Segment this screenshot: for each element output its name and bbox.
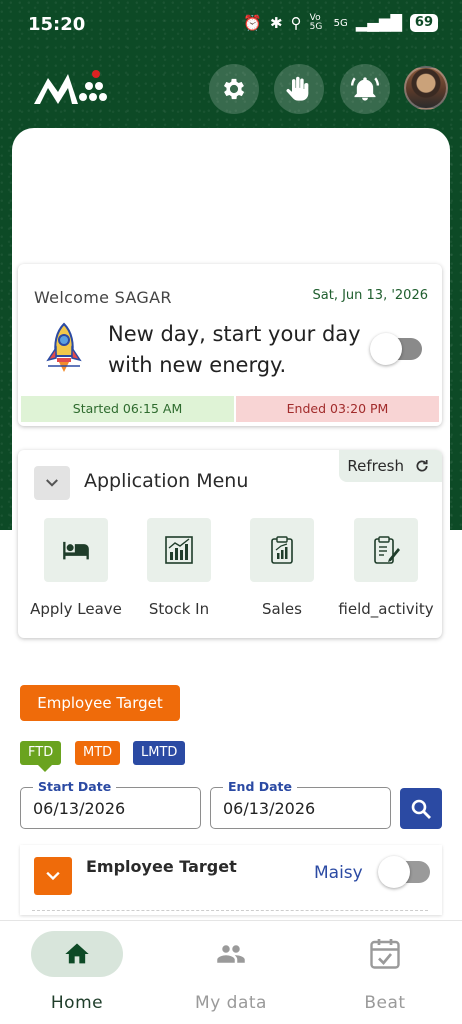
expand-row-button[interactable] [34, 857, 72, 895]
app-item-sales[interactable]: Sales [227, 518, 337, 618]
people-icon [217, 945, 245, 963]
day-start-toggle[interactable] [370, 333, 422, 365]
application-menu-title: Application Menu [84, 470, 249, 492]
battery-icon: 69 [409, 14, 438, 32]
toggle-knob [378, 856, 410, 888]
bar-chart-icon [165, 536, 193, 564]
rocket-icon [46, 322, 82, 372]
alarm-icon: ⏰ [243, 14, 263, 32]
start-date-label: Start Date [33, 779, 117, 794]
chip-lmtd[interactable]: LMTD [133, 741, 186, 765]
nav-item-my-data[interactable]: My data [176, 931, 286, 1013]
welcome-motto: New day, start your day with new energy. [108, 322, 361, 377]
app-label: Stock In [148, 600, 210, 618]
clipboard-chart-icon [271, 536, 293, 564]
search-button[interactable] [400, 788, 442, 829]
toggle-knob [370, 333, 402, 365]
employee-toggle[interactable] [378, 856, 430, 888]
notifications-button[interactable] [340, 64, 390, 114]
bell-icon [351, 77, 379, 101]
status-time: 15:20 [28, 14, 86, 35]
clipboard-edit-icon [374, 536, 400, 564]
chip-mtd[interactable]: MTD [75, 741, 121, 765]
row-divider [32, 910, 428, 911]
hand-button[interactable] [274, 64, 324, 114]
company-logo [34, 70, 107, 104]
refresh-icon [416, 460, 428, 472]
app-icon-box [250, 518, 314, 582]
ended-time: Ended 03:20 PM [236, 396, 439, 422]
welcome-greeting: Welcome SAGAR [34, 288, 172, 307]
welcome-card: Welcome SAGAR Sat, Jun 13, '2026 New day… [18, 264, 442, 426]
network-type: 5G [333, 17, 348, 29]
app-icon-box [147, 518, 211, 582]
start-date-field[interactable]: Start Date 06/13/2026 [20, 779, 201, 829]
application-menu-card: Application Menu Refresh Apply Leave Sto… [18, 450, 442, 638]
nav-item-home[interactable]: Home [22, 931, 132, 1013]
employee-name: Maisy [314, 863, 363, 883]
chevron-down-icon [46, 479, 58, 487]
status-bar: 15:20 ⏰ ✱ ⚲ Vo 5G 5G ▂▄▆█ 69 [0, 0, 462, 50]
nav-item-beat[interactable]: Beat [330, 931, 440, 1013]
app-label: field_activity [338, 600, 434, 618]
nav-icon-pill [339, 931, 431, 977]
avatar[interactable] [404, 66, 448, 110]
chip-ftd[interactable]: FTD [20, 741, 62, 772]
nav-label-home: Home [50, 993, 104, 1013]
employee-target-row: Employee Target Maisy [20, 845, 442, 915]
bed-icon [63, 541, 89, 560]
refresh-label: Refresh [347, 457, 404, 475]
start-date-value: 06/13/2026 [33, 799, 126, 818]
app-item-stock-in[interactable]: Stock In [124, 518, 234, 618]
hand-icon [286, 76, 309, 101]
nav-label-my-data: My data [195, 993, 267, 1013]
app-icon-box [44, 518, 108, 582]
calendar-check-icon [370, 939, 400, 969]
end-date-value: 06/13/2026 [223, 799, 316, 818]
app-item-apply-leave[interactable]: Apply Leave [21, 518, 131, 618]
end-date-label: End Date [223, 779, 298, 794]
search-icon [411, 799, 431, 819]
refresh-button[interactable]: Refresh [339, 450, 442, 482]
location-icon: ⚲ [290, 14, 302, 32]
employee-target-title: Employee Target [86, 857, 237, 876]
bottom-navigation: Home My data Beat [0, 920, 462, 1024]
chevron-down-icon [46, 871, 60, 881]
nav-label-beat: Beat [364, 993, 406, 1013]
employee-target-button[interactable]: Employee Target [20, 685, 180, 721]
app-item-field-activity[interactable]: field_activity [331, 518, 441, 618]
app-label: Apply Leave [30, 600, 122, 618]
app-icon-box [354, 518, 418, 582]
bluetooth-icon: ✱ [270, 14, 283, 32]
end-date-field[interactable]: End Date 06/13/2026 [210, 779, 391, 829]
app-label: Sales [262, 600, 302, 618]
welcome-date: Sat, Jun 13, '2026 [312, 288, 429, 303]
settings-button[interactable] [209, 64, 259, 114]
home-icon [65, 943, 89, 964]
volte-indicator: Vo 5G [309, 13, 323, 32]
gear-icon [223, 78, 245, 100]
signal-icon: ▂▄▆█ [355, 14, 402, 32]
nav-icon-pill [31, 931, 123, 977]
status-icons: ⏰ ✱ ⚲ Vo 5G 5G ▂▄▆█ 69 [243, 14, 438, 32]
nav-icon-pill [185, 931, 277, 977]
started-time: Started 06:15 AM [21, 396, 234, 422]
collapse-menu-button[interactable] [34, 466, 70, 500]
